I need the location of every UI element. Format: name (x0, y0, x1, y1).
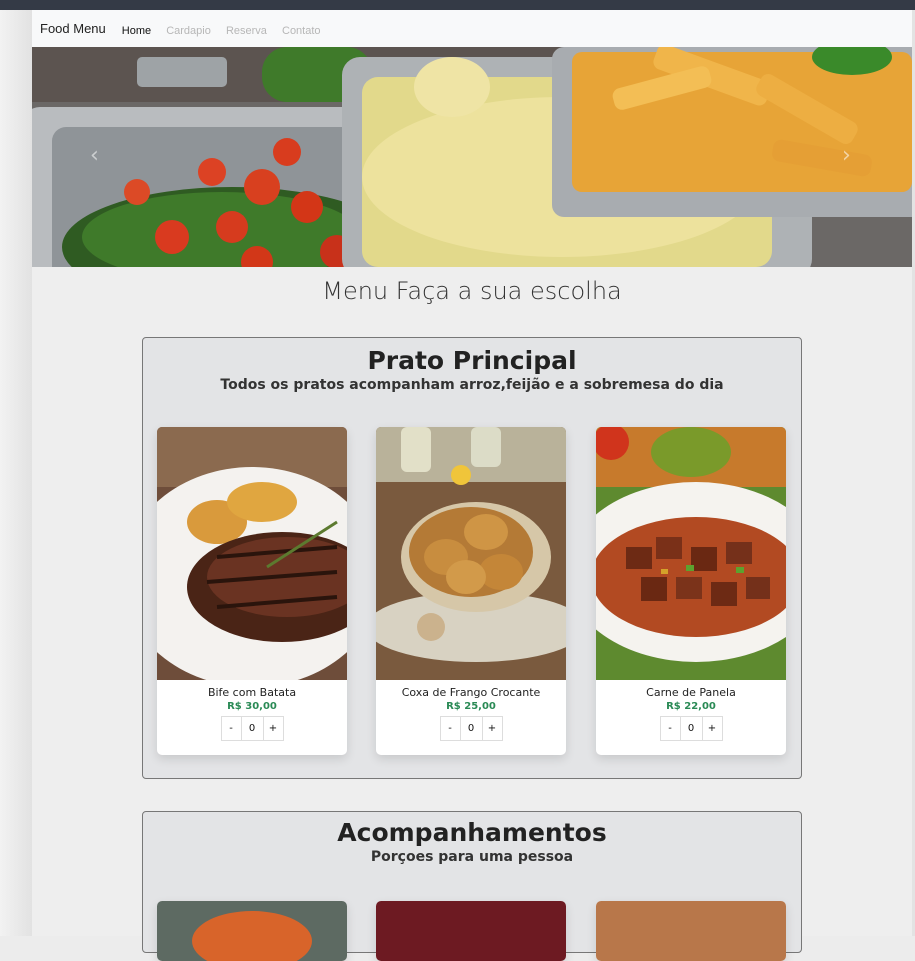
quantity-stepper: - 0 + (157, 716, 347, 741)
nav-links: Home Cardapio Reserva Contato (122, 19, 331, 38)
item-price: R$ 22,00 (666, 701, 716, 712)
chevron-left-icon[interactable]: ‹ (90, 143, 99, 168)
quantity-value[interactable]: 0 (460, 716, 482, 741)
navbar-brand[interactable]: Food Menu (40, 21, 106, 36)
browser-top-bar (0, 0, 915, 10)
menu-card (376, 901, 566, 961)
chevron-right-icon[interactable]: › (842, 143, 851, 168)
increment-button[interactable]: + (262, 716, 284, 741)
item-name: Carne de Panela (646, 686, 736, 699)
coxa-de-frango-image (376, 427, 566, 680)
quantity-stepper: - 0 + (596, 716, 786, 741)
decrement-button[interactable]: - (659, 716, 681, 741)
section-prato-principal: Prato Principal Todos os pratos acompanh… (142, 337, 802, 779)
increment-button[interactable]: + (701, 716, 723, 741)
item-price: R$ 30,00 (227, 701, 277, 712)
section-subtitle: Todos os pratos acompanham arroz,feijão … (220, 377, 724, 393)
section-title: Prato Principal (367, 346, 577, 375)
increment-button[interactable]: + (481, 716, 503, 741)
item-name: Coxa de Frango Crocante (401, 686, 541, 699)
acompanhamento-image (596, 901, 786, 961)
bife-com-batata-image (157, 427, 347, 687)
menu-card (596, 901, 786, 961)
decrement-button[interactable]: - (439, 716, 461, 741)
item-name: Bife com Batata (207, 686, 297, 699)
nav-link-cardapio[interactable]: Cardapio (166, 25, 211, 37)
page-heading: Menu Faça a sua escolha (322, 277, 622, 305)
nav-link-home[interactable]: Home (122, 25, 151, 37)
menu-card: Bife com Batata R$ 30,00 - 0 + (157, 427, 347, 755)
quantity-value[interactable]: 0 (680, 716, 702, 741)
page: Food Menu Home Cardapio Reserva Contato (32, 10, 912, 961)
menu-card (157, 901, 347, 961)
acompanhamento-image (376, 901, 566, 961)
quantity-value[interactable]: 0 (241, 716, 263, 741)
nav-link-reserva[interactable]: Reserva (226, 25, 267, 37)
section-acompanhamentos: Acompanhamentos Porçoes para uma pessoa (142, 811, 802, 961)
nav-link-contato[interactable]: Contato (282, 25, 321, 37)
quantity-stepper: - 0 + (376, 716, 566, 741)
page-left-margin (0, 10, 32, 936)
carne-de-panela-image (596, 427, 786, 680)
item-price: R$ 25,00 (446, 701, 496, 712)
hero-carousel: ‹ › (32, 47, 912, 267)
menu-card: Carne de Panela R$ 22,00 - 0 + (596, 427, 786, 755)
acompanhamento-image (157, 901, 347, 961)
section-title: Acompanhamentos (337, 818, 607, 847)
navbar: Food Menu Home Cardapio Reserva Contato (32, 10, 912, 47)
section-subtitle: Porçoes para uma pessoa (370, 849, 574, 865)
decrement-button[interactable]: - (220, 716, 242, 741)
menu-card: Coxa de Frango Crocante R$ 25,00 - 0 + (376, 427, 566, 755)
hero-image (32, 47, 912, 267)
